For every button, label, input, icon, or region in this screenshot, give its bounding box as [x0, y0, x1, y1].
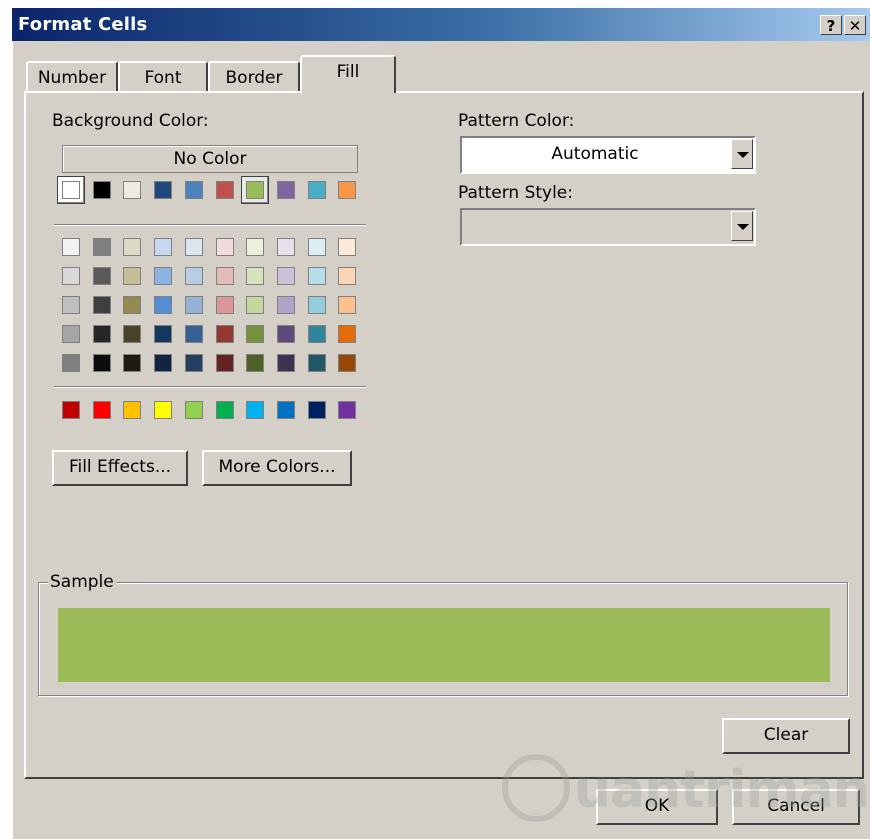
tint-color-swatch[interactable]	[184, 325, 203, 343]
tint-color-swatch[interactable]	[92, 238, 111, 256]
pattern-style-dropdown[interactable]	[460, 208, 756, 246]
palette-divider	[54, 224, 366, 226]
tint-color-swatch[interactable]	[123, 267, 142, 285]
tint-color-swatch[interactable]	[184, 238, 203, 256]
tint-color-swatch[interactable]	[276, 354, 295, 372]
pattern-style-label: Pattern Style:	[458, 183, 573, 203]
tint-color-swatch[interactable]	[92, 267, 111, 285]
tint-color-swatch[interactable]	[246, 354, 265, 372]
theme-color-swatch[interactable]	[123, 181, 142, 199]
theme-color-swatch[interactable]	[276, 181, 295, 199]
tint-color-swatch[interactable]	[338, 238, 357, 256]
tint-color-swatch[interactable]	[246, 238, 265, 256]
tint-color-swatch[interactable]	[215, 325, 234, 343]
tint-color-swatch[interactable]	[123, 325, 142, 343]
tint-color-swatch[interactable]	[307, 267, 326, 285]
tint-color-swatch[interactable]	[62, 296, 80, 314]
theme-color-swatch[interactable]	[154, 181, 173, 199]
standard-color-swatch[interactable]	[215, 401, 234, 419]
tint-color-swatch[interactable]	[154, 267, 173, 285]
tint-color-swatch[interactable]	[307, 354, 326, 372]
pattern-color-value: Automatic	[551, 144, 639, 164]
tint-color-swatch[interactable]	[338, 296, 357, 314]
tint-color-swatch[interactable]	[276, 325, 295, 343]
tint-color-swatch[interactable]	[92, 354, 111, 372]
more-colors-button[interactable]: More Colors...	[202, 450, 352, 486]
standard-color-swatch[interactable]	[154, 401, 173, 419]
chevron-down-icon[interactable]	[731, 139, 753, 169]
sample-preview	[58, 608, 830, 682]
tint-color-swatch[interactable]	[276, 267, 295, 285]
background-color-label: Background Color:	[52, 111, 209, 131]
tint-color-swatch[interactable]	[246, 267, 265, 285]
standard-color-swatch[interactable]	[123, 401, 142, 419]
ok-button[interactable]: OK	[596, 789, 718, 825]
tint-color-swatch[interactable]	[338, 354, 357, 372]
theme-color-swatch[interactable]	[215, 181, 234, 199]
tint-color-swatch[interactable]	[62, 267, 80, 285]
tint-color-swatch[interactable]	[123, 296, 142, 314]
theme-color-swatch[interactable]	[338, 181, 357, 199]
tint-color-swatch[interactable]	[307, 325, 326, 343]
theme-color-swatch[interactable]	[307, 181, 326, 199]
tint-color-swatch[interactable]	[184, 267, 203, 285]
theme-color-swatch[interactable]	[92, 181, 111, 199]
tint-color-swatch[interactable]	[62, 325, 80, 343]
tint-color-swatch[interactable]	[154, 238, 173, 256]
chevron-down-icon[interactable]	[731, 211, 753, 241]
tint-color-swatch[interactable]	[307, 296, 326, 314]
no-color-button[interactable]: No Color	[62, 145, 358, 173]
tint-color-swatch[interactable]	[92, 296, 111, 314]
tint-color-swatch[interactable]	[184, 296, 203, 314]
format-cells-dialog: Format Cells ? ✕ Number Font Border Fill…	[12, 8, 870, 839]
standard-color-swatch[interactable]	[92, 401, 111, 419]
tint-color-swatch[interactable]	[307, 238, 326, 256]
tint-color-swatch[interactable]	[123, 354, 142, 372]
standard-color-swatch[interactable]	[184, 401, 203, 419]
sample-label: Sample	[48, 572, 116, 592]
standard-color-swatch[interactable]	[246, 401, 265, 419]
theme-color-swatch[interactable]	[184, 181, 203, 199]
cancel-button[interactable]: Cancel	[732, 789, 860, 825]
theme-color-swatch[interactable]	[246, 181, 265, 199]
tint-color-swatch[interactable]	[184, 354, 203, 372]
tint-color-swatch[interactable]	[215, 354, 234, 372]
standard-color-swatch[interactable]	[307, 401, 326, 419]
tint-color-swatch[interactable]	[246, 325, 265, 343]
fill-effects-button[interactable]: Fill Effects...	[52, 450, 188, 486]
pattern-color-label: Pattern Color:	[458, 111, 575, 131]
tint-color-swatch[interactable]	[276, 296, 295, 314]
tint-color-swatch[interactable]	[62, 354, 80, 372]
tint-color-swatch[interactable]	[276, 238, 295, 256]
tint-color-swatch[interactable]	[154, 325, 173, 343]
tint-color-swatch[interactable]	[92, 325, 111, 343]
tint-color-swatch[interactable]	[62, 238, 80, 256]
tint-color-swatch[interactable]	[154, 354, 173, 372]
theme-color-swatch[interactable]	[62, 181, 80, 199]
standard-color-swatch[interactable]	[62, 401, 80, 419]
tint-color-swatch[interactable]	[338, 325, 357, 343]
tint-color-swatch[interactable]	[123, 238, 142, 256]
tint-color-swatch[interactable]	[246, 296, 265, 314]
standard-color-swatch[interactable]	[338, 401, 357, 419]
tint-color-swatch[interactable]	[154, 296, 173, 314]
tint-color-swatch[interactable]	[215, 267, 234, 285]
tint-color-swatch[interactable]	[215, 296, 234, 314]
tint-color-swatch[interactable]	[215, 238, 234, 256]
pattern-color-dropdown[interactable]: Automatic	[460, 136, 756, 174]
palette-divider	[54, 386, 366, 388]
standard-color-swatch[interactable]	[276, 401, 295, 419]
clear-button[interactable]: Clear	[722, 718, 850, 754]
tint-color-swatch[interactable]	[338, 267, 357, 285]
